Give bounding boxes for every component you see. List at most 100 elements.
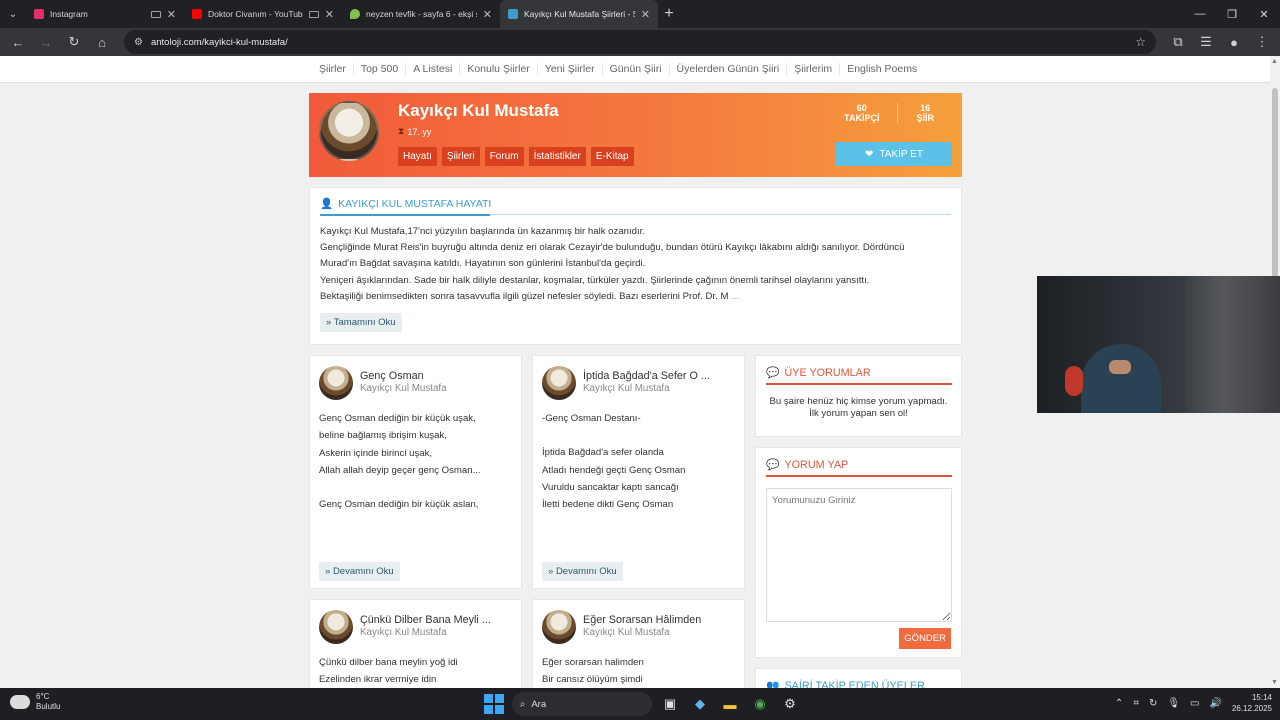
tab-siirleri[interactable]: Şiirleri xyxy=(441,147,480,166)
bio-line: Kayıkçı Kul Mustafa,17'nci yüzyılın başl… xyxy=(320,226,645,237)
close-icon[interactable]: ✕ xyxy=(641,8,650,21)
home-icon[interactable]: ⌂ xyxy=(90,30,114,54)
scroll-up-icon[interactable]: ▲ xyxy=(1271,58,1278,65)
submit-comment-button[interactable]: GÖNDER xyxy=(899,628,951,649)
profile-avatar-icon[interactable]: ● xyxy=(1222,30,1246,54)
nav-yeni-siirler[interactable]: Yeni Şiirler xyxy=(538,63,603,75)
user-icon: 👤 xyxy=(320,198,334,210)
comments-icon: 💬 xyxy=(766,459,780,471)
poem-card[interactable]: Genç Osman Kayıkçı Kul Mustafa Genç Osma… xyxy=(309,355,522,589)
clock[interactable]: 15:14 26.12.2025 xyxy=(1232,692,1272,714)
screen-share-icon xyxy=(308,10,319,18)
microphone-icon[interactable]: 🎙 xyxy=(1167,698,1180,709)
minimize-icon[interactable]: — xyxy=(1184,0,1216,28)
poem-author[interactable]: Kayıkçı Kul Mustafa xyxy=(360,627,447,638)
task-view-icon[interactable]: ▣ xyxy=(658,692,682,716)
media-icon[interactable]: ☰ xyxy=(1194,30,1218,54)
close-window-icon[interactable]: ✕ xyxy=(1248,0,1280,28)
bookmark-star-icon[interactable]: ☆ xyxy=(1135,35,1146,49)
tab-antoloji[interactable]: Kayıkçı Kul Mustafa Şiirleri - Şa ✕ xyxy=(500,0,658,28)
forward-icon[interactable]: → xyxy=(34,30,58,54)
windows-start-icon[interactable] xyxy=(482,692,506,716)
chevron-up-icon[interactable]: ⌃ xyxy=(1115,698,1123,709)
tab-youtube[interactable]: Doktor Civanım - YouTube ✕ xyxy=(184,0,342,28)
tab-eksi[interactable]: neyzen tevfik - sayfa 6 - ekşi sö ✕ xyxy=(342,0,500,28)
nav-gunun-siiri[interactable]: Günün Şiiri xyxy=(603,63,670,75)
nav-konulu-siirler[interactable]: Konulu Şiirler xyxy=(460,63,538,75)
url-text: antoloji.com/kayikci-kul-mustafa/ xyxy=(150,36,288,48)
tab-istatistikler[interactable]: İstatistikler xyxy=(528,147,586,166)
scrollbar-thumb[interactable] xyxy=(1272,88,1278,278)
nav-siirlerim[interactable]: Şiirlerim xyxy=(787,63,841,75)
read-all-button[interactable]: » Tamamını Oku xyxy=(320,313,402,332)
new-tab-icon[interactable]: + xyxy=(658,5,680,23)
nav-top500[interactable]: Top 500 xyxy=(354,63,407,75)
no-comments-line: İlk yorum yapan sen ol! xyxy=(809,408,908,419)
read-more-button[interactable]: » Devamını Oku xyxy=(319,562,400,581)
poem-card[interactable]: Çünkü Dilber Bana Meyli ... Kayıkçı Kul … xyxy=(309,599,522,688)
poem-line: Allah allah deyip geçer genç Osman... xyxy=(319,464,481,476)
bio-line: Murad'ın Bağdat savaşına katıldı. Hayatı… xyxy=(320,258,646,270)
poem-card[interactable]: İptida Bağdad'a Sefer O ... Kayıkçı Kul … xyxy=(532,355,745,589)
followers-stat[interactable]: 60 TAKİPÇİ xyxy=(826,103,897,123)
poem-line: beline bağlamış ibrişim kuşak, xyxy=(319,430,447,442)
sync-icon[interactable]: ↻ xyxy=(1149,698,1157,709)
read-more-label: Devamını Oku xyxy=(332,566,394,577)
followers-heading-text: ŞAİRİ TAKİP EDEN ÜYELER xyxy=(784,679,925,689)
poem-author[interactable]: Kayıkçı Kul Mustafa xyxy=(583,383,670,394)
volume-icon[interactable]: 🔊 xyxy=(1210,698,1222,709)
comment-textarea[interactable] xyxy=(766,488,952,622)
weather-widget[interactable]: 6°C Bulutlu xyxy=(10,692,60,712)
file-explorer-icon[interactable]: ▬ xyxy=(718,692,742,716)
tab-instagram[interactable]: Instagram ✕ xyxy=(26,0,184,28)
taskbar-search[interactable]: ⌕ Ara xyxy=(512,692,652,716)
url-field[interactable]: ⚙ antoloji.com/kayikci-kul-mustafa/ ☆ xyxy=(124,30,1156,54)
nav-uyelerden-gunun-siiri[interactable]: Üyelerden Günün Şiiri xyxy=(670,63,788,75)
taskbar-apps: ⌕ Ara ▣ ◆ ▬ ◉ ⚙ xyxy=(482,692,802,716)
no-comments-text: Bu şaire henüz hiç kimse yorum yapmadı. … xyxy=(766,396,951,420)
weather-text: 6°C Bulutlu xyxy=(36,692,60,712)
poem-author[interactable]: Kayıkçı Kul Mustafa xyxy=(360,383,447,394)
comments-heading: 💬 ÜYE YORUMLAR xyxy=(766,366,952,385)
poem-author[interactable]: Kayıkçı Kul Mustafa xyxy=(583,627,670,638)
clock-time: 15:14 xyxy=(1251,693,1272,702)
follow-label: TAKİP ET xyxy=(879,148,923,160)
back-icon[interactable]: ← xyxy=(6,30,30,54)
poem-card[interactable]: Eğer Sorarsan Hâlimden Kayıkçı Kul Musta… xyxy=(532,599,745,688)
tab-forum[interactable]: Forum xyxy=(484,147,524,166)
poem-line xyxy=(319,479,481,496)
nav-a-listesi[interactable]: A Listesi xyxy=(406,63,461,75)
follow-button[interactable]: ❤ TAKİP ET xyxy=(836,142,952,166)
weather-temp: 6°C xyxy=(36,692,50,701)
address-bar: ← → ↻ ⌂ ⚙ antoloji.com/kayikci-kul-musta… xyxy=(0,28,1280,56)
menu-icon[interactable]: ⋮ xyxy=(1250,30,1274,54)
scroll-down-icon[interactable]: ▼ xyxy=(1271,679,1278,686)
poem-title[interactable]: Genç Osman xyxy=(360,370,424,382)
close-icon[interactable]: ✕ xyxy=(167,8,176,21)
tab-hayati[interactable]: Hayatı xyxy=(398,147,437,166)
restore-icon[interactable]: ❐ xyxy=(1216,0,1248,28)
nav-siirler[interactable]: Şiirler xyxy=(312,63,354,75)
site-info-icon[interactable]: ⚙ xyxy=(134,37,143,48)
close-icon[interactable]: ✕ xyxy=(325,8,334,21)
network-icon[interactable]: ⌗ xyxy=(1133,698,1139,709)
close-icon[interactable]: ✕ xyxy=(483,8,492,21)
nav-english-poems[interactable]: English Poems xyxy=(840,63,924,75)
poem-title[interactable]: Çünkü Dilber Bana Meyli ... xyxy=(360,614,491,626)
chrome-icon[interactable]: ◉ xyxy=(748,692,772,716)
biography-heading: 👤 KAYIKÇI KUL MUSTAFA HAYATI xyxy=(320,197,951,216)
followers-label: TAKİPÇİ xyxy=(844,113,880,123)
tab-search-icon[interactable]: ⌄ xyxy=(0,0,26,28)
read-more-button[interactable]: » Devamını Oku xyxy=(542,562,623,581)
reload-icon[interactable]: ↻ xyxy=(62,30,86,54)
extensions-icon[interactable]: ⧉ xyxy=(1166,30,1190,54)
poem-title[interactable]: Eğer Sorarsan Hâlimden xyxy=(583,614,701,626)
display-icon[interactable]: ▭ xyxy=(1190,698,1199,709)
poet-name: Kayıkçı Kul Mustafa xyxy=(398,101,559,120)
poem-title[interactable]: İptida Bağdad'a Sefer O ... xyxy=(583,370,710,382)
tab-e-kitap[interactable]: E-Kitap xyxy=(590,147,634,166)
app-icon[interactable]: ⚙ xyxy=(778,692,802,716)
copilot-icon[interactable]: ◆ xyxy=(688,692,712,716)
poems-stat[interactable]: 16 ŞİİR xyxy=(897,103,952,123)
read-more-label: Devamını Oku xyxy=(555,566,617,577)
